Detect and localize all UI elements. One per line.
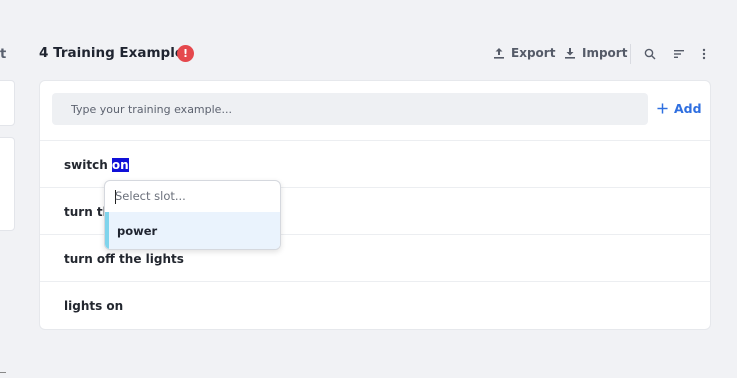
slot-option-power[interactable]: power [105, 212, 280, 249]
add-label: Add [674, 101, 702, 116]
sidebar-edge-label: t [0, 47, 7, 62]
import-button[interactable]: Import [564, 46, 627, 60]
sidebar-card [0, 80, 15, 126]
download-icon [565, 48, 575, 59]
slot-option-label: power [117, 224, 158, 238]
export-label: Export [511, 46, 556, 60]
warning-badge[interactable]: ! [177, 45, 194, 62]
import-label: Import [582, 46, 628, 60]
slot-dropdown: Select slot... power [104, 180, 281, 250]
search-icon[interactable] [642, 46, 658, 62]
add-button[interactable]: Add [657, 101, 702, 116]
example-text[interactable]: turn off the lights [64, 252, 184, 266]
toolbar-divider [630, 44, 631, 64]
export-button[interactable]: Export [493, 46, 555, 60]
page-title: 4 Training Examples [39, 45, 193, 61]
example-row[interactable]: lights on [40, 281, 710, 328]
slot-search-input[interactable]: Select slot... [115, 189, 186, 203]
example-text-before: switch [64, 158, 112, 172]
example-text[interactable]: switch on [64, 158, 129, 172]
sidebar-card [0, 137, 15, 231]
divider [0, 372, 6, 373]
plus-icon [657, 103, 668, 114]
example-text[interactable]: lights on [64, 299, 123, 313]
more-vertical-icon[interactable] [696, 46, 712, 62]
selected-slot-text[interactable]: on [111, 158, 129, 172]
sort-icon[interactable] [671, 46, 687, 62]
upload-icon [494, 48, 504, 59]
training-example-input-wrapper [52, 93, 648, 125]
training-example-input[interactable] [52, 93, 648, 125]
